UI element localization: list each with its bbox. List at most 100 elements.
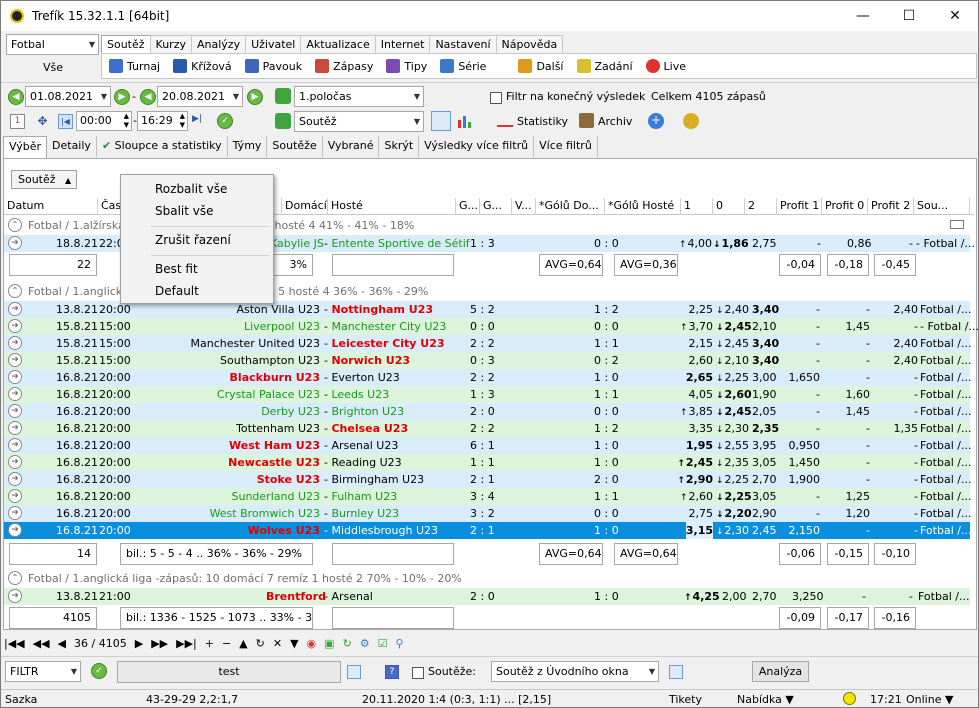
- table-row[interactable]: ➜ 16.8.21 20:00 Wolves U23 - Middlesbrough U…: [4, 522, 971, 539]
- row-arrow-icon[interactable]: ➜: [8, 506, 22, 520]
- first-icon[interactable]: |◀: [58, 114, 73, 129]
- menu-item-default[interactable]: Default: [155, 281, 199, 301]
- row-arrow-icon[interactable]: ➜: [8, 387, 22, 401]
- tab-uzivatel[interactable]: Uživatel: [245, 35, 302, 53]
- table-row[interactable]: ➜ 15.8.21 15:00 Southampton U23 - Norwich U2…: [4, 352, 971, 369]
- row-arrow-icon[interactable]: ➜: [8, 336, 22, 350]
- filter-select[interactable]: FILTR ▼: [5, 661, 81, 682]
- confirm-icon[interactable]: ✓: [91, 663, 107, 679]
- tab-detaily[interactable]: Detaily: [47, 136, 97, 157]
- analyze-button[interactable]: Analýza: [752, 661, 809, 682]
- tab-napoveda[interactable]: Nápověda: [495, 35, 564, 53]
- menu-item-expand-all[interactable]: Rozbalit vše: [155, 179, 227, 199]
- next-page-icon[interactable]: ▶▶: [151, 637, 168, 650]
- last-icon[interactable]: ▶|: [192, 114, 207, 129]
- date-next-icon[interactable]: ▶: [114, 89, 130, 105]
- confirm-icon[interactable]: ✓: [217, 113, 233, 129]
- group-icon[interactable]: [431, 111, 451, 131]
- sport-select[interactable]: Fotbal ▼: [6, 34, 99, 55]
- row-arrow-icon[interactable]: ➜: [8, 421, 22, 435]
- first-icon[interactable]: |◀◀: [4, 637, 25, 650]
- half-select[interactable]: 1.poločas ▼: [294, 86, 424, 107]
- tab-internet[interactable]: Internet: [374, 35, 431, 53]
- row-arrow-icon[interactable]: ➜: [8, 353, 22, 367]
- table-row[interactable]: ➜ 16.8.21 20:00 Sunderland U23- Fulham U23 3…: [4, 488, 971, 505]
- date-prev-icon[interactable]: ◀: [140, 89, 156, 105]
- time-from-input[interactable]: 00:00 ▲ ▼: [76, 111, 132, 131]
- coins-icon[interactable]: [683, 113, 699, 129]
- table-row[interactable]: ➜ 16.8.21 20:00 Tottenham U23 - Chelsea U23 2…: [4, 420, 971, 437]
- tab-aktualizace[interactable]: Aktualizace: [300, 35, 376, 53]
- collapse-icon[interactable]: ⌃: [8, 571, 22, 585]
- krizova-button[interactable]: Křížová: [173, 59, 232, 73]
- tab-vyber[interactable]: Výběr: [3, 136, 48, 159]
- group-by-select[interactable]: Soutěž ▼: [294, 111, 424, 132]
- col-1[interactable]: 1: [681, 198, 713, 215]
- status-tickets[interactable]: Tikety: [669, 692, 702, 707]
- print-icon[interactable]: ▣: [324, 637, 334, 650]
- tab-tymy[interactable]: Týmy: [228, 136, 268, 157]
- col-domaci[interactable]: Domácí: [282, 198, 328, 215]
- col-v[interactable]: V...: [512, 198, 536, 215]
- dalsi-button[interactable]: Další: [518, 59, 564, 73]
- col-profit1[interactable]: Profit 1: [777, 198, 822, 215]
- search-icon[interactable]: ⚲: [396, 637, 404, 650]
- filter-icon[interactable]: ▼: [290, 637, 298, 650]
- delete-icon[interactable]: −: [222, 637, 231, 650]
- status-online[interactable]: Online ▼: [906, 692, 953, 707]
- arrow-right-icon[interactable]: [669, 665, 683, 679]
- spinner-icon[interactable]: ▲ ▼: [124, 112, 129, 130]
- expand-icon[interactable]: ✥: [35, 114, 50, 129]
- apply-icon[interactable]: [275, 88, 291, 104]
- tab-skryt[interactable]: Skrýt: [379, 136, 420, 157]
- final-result-checkbox[interactable]: [490, 91, 502, 104]
- tipy-button[interactable]: Tipy: [386, 59, 427, 73]
- date-next-icon[interactable]: ▶: [247, 89, 263, 105]
- table-row[interactable]: ➜ 15.8.21 15:00 Liverpool U23 - Manchester C…: [4, 318, 978, 335]
- next-icon[interactable]: ▶: [135, 637, 143, 650]
- group-chip[interactable]: Soutěž ▲: [11, 170, 77, 189]
- stop-icon[interactable]: ◉: [307, 637, 317, 650]
- maximize-icon[interactable]: ☐: [886, 1, 932, 31]
- row-arrow-icon[interactable]: ➜: [8, 438, 22, 452]
- table-row[interactable]: ➜ 16.8.21 20:00 West Ham U23 - Arsenal U23 6 …: [4, 437, 971, 454]
- tab-soutez[interactable]: Soutěž: [101, 35, 151, 54]
- tab-analyzy[interactable]: Analýzy: [191, 35, 247, 53]
- date-from-input[interactable]: 01.08.2021 ▼: [25, 86, 111, 107]
- tab-vysledky[interactable]: Výsledky více filtrů: [419, 136, 535, 157]
- col-hoste[interactable]: Hosté: [328, 198, 456, 215]
- row-arrow-icon[interactable]: ➜: [8, 404, 22, 418]
- minimize-icon[interactable]: —: [840, 1, 886, 31]
- spinner-icon[interactable]: ▲ ▼: [180, 112, 185, 130]
- add-icon[interactable]: +: [205, 637, 214, 650]
- close-icon[interactable]: ✕: [932, 1, 978, 31]
- row-arrow-icon[interactable]: ➜: [8, 302, 22, 316]
- zadani-button[interactable]: Zadání: [576, 59, 633, 73]
- col-datum[interactable]: Datum: [4, 198, 98, 215]
- stats-button[interactable]: Statistiky: [517, 115, 568, 128]
- settings-icon[interactable]: ⚙: [360, 637, 370, 650]
- live-button[interactable]: Live: [645, 59, 686, 73]
- col-g2[interactable]: G...: [480, 198, 512, 215]
- window-icon[interactable]: [950, 220, 964, 229]
- row-arrow-icon[interactable]: ➜: [8, 472, 22, 486]
- menu-item-collapse-all[interactable]: Sbalit vše: [155, 201, 214, 221]
- last-icon[interactable]: ▶▶|: [176, 637, 197, 650]
- tab-nastaveni[interactable]: Nastavení: [429, 35, 497, 53]
- table-row[interactable]: ➜ 15.8.21 15:00 Manchester United U23 - Leic…: [4, 335, 971, 352]
- tab-souteze[interactable]: Soutěže: [267, 136, 323, 157]
- help-icon[interactable]: ?: [385, 665, 399, 679]
- status-offer[interactable]: Nabídka ▼: [737, 692, 794, 707]
- tab-vybrane[interactable]: Vybrané: [323, 136, 380, 157]
- col-profit2[interactable]: Profit 2: [868, 198, 914, 215]
- table-row[interactable]: ➜ 16.8.21 20:00 Stoke U23 - Birmingham U23 2 …: [4, 471, 971, 488]
- refresh-icon[interactable]: ↻: [256, 637, 265, 650]
- status-bookmaker[interactable]: Sazka: [5, 692, 37, 707]
- zapasy-button[interactable]: Zápasy: [315, 59, 373, 73]
- row-arrow-icon[interactable]: ➜: [8, 589, 22, 603]
- add-icon[interactable]: +: [648, 113, 664, 129]
- serie-button[interactable]: Série: [440, 59, 486, 73]
- sport-all-label[interactable]: Vše: [43, 61, 63, 74]
- competitions-checkbox[interactable]: [412, 666, 424, 679]
- tab-sloupce[interactable]: ✔ Sloupce a statistiky: [97, 136, 228, 157]
